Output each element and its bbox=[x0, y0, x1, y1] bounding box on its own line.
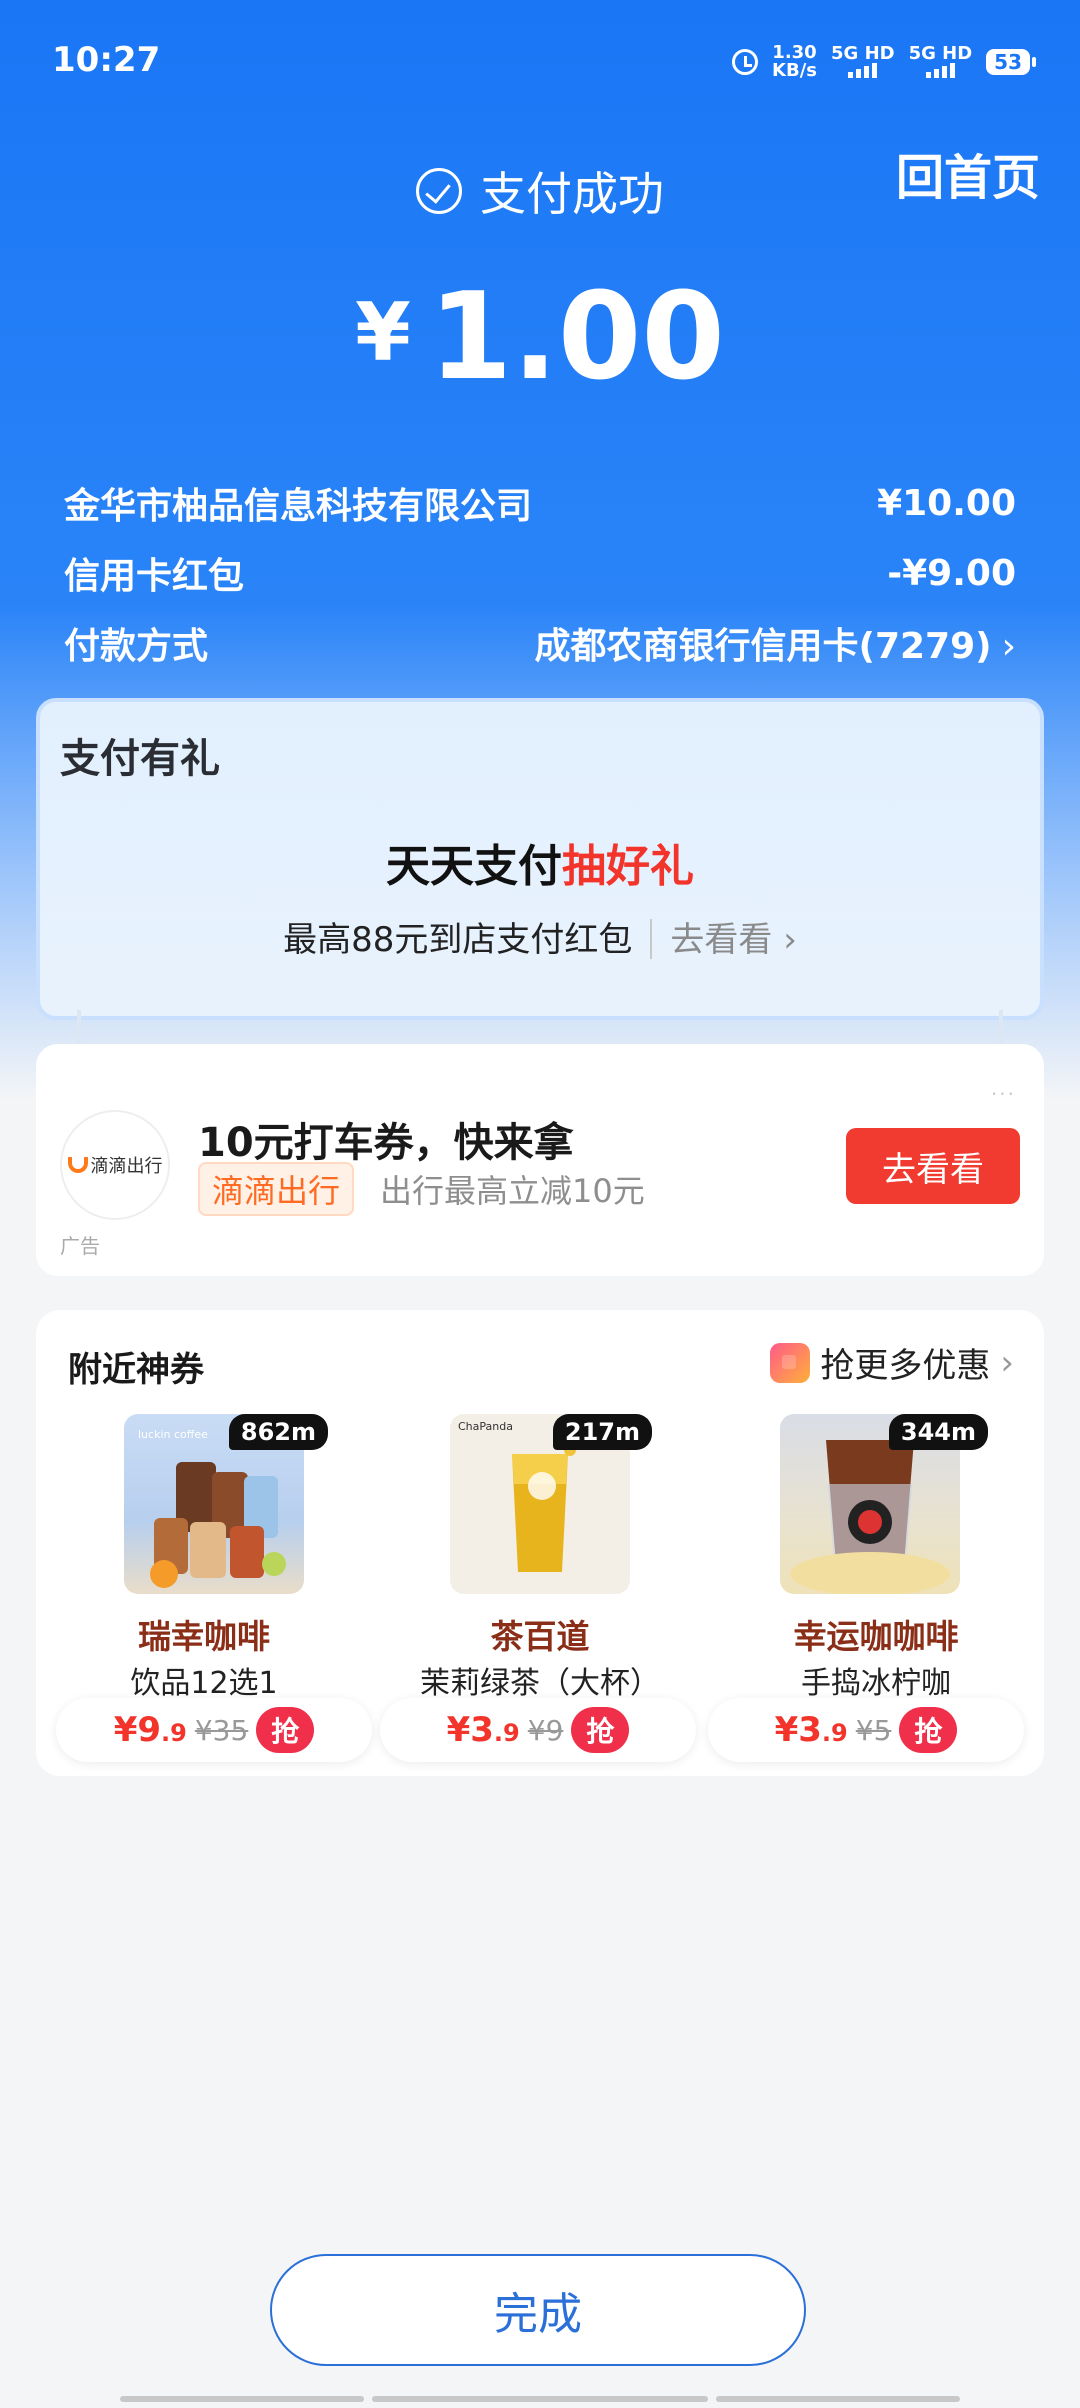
status-bar: 10:27 1.30 KB/s 5G HD 5G HD 53 bbox=[0, 0, 1080, 120]
status-time: 10:27 bbox=[52, 40, 161, 80]
coupons-title: 附近神券 bbox=[68, 1350, 204, 1390]
brand-name: 瑞幸咖啡 bbox=[138, 1617, 270, 1656]
sale-price: ¥3.9 bbox=[774, 1710, 848, 1750]
nav-gesture-bar-left[interactable] bbox=[120, 2396, 364, 2402]
chevron-right-icon: › bbox=[783, 920, 797, 960]
more-coupons-link[interactable]: 抢更多优惠 › bbox=[770, 1338, 1014, 1387]
coupon-list: luckin coffee 862m 瑞幸咖啡 饮品12选1 ¥9.9 ¥35 … bbox=[36, 1414, 1044, 1774]
original-price: ¥35 bbox=[194, 1713, 249, 1747]
gift-subline: 最高88元到店支付红包 去看看 › bbox=[283, 919, 797, 960]
distance-badge: 862m bbox=[228, 1414, 328, 1450]
svg-text:ChaPanda: ChaPanda bbox=[458, 1420, 513, 1433]
system-icons: 1.30 KB/s 5G HD 5G HD 53 bbox=[732, 42, 1036, 81]
brand-name: 幸运咖咖啡 bbox=[793, 1617, 959, 1656]
grab-button[interactable]: 抢 bbox=[571, 1707, 630, 1753]
nav-gesture-bar-center[interactable] bbox=[372, 2396, 708, 2402]
price-bar: ¥9.9 ¥35 抢 bbox=[56, 1698, 372, 1762]
distance-badge: 344m bbox=[888, 1414, 988, 1450]
grab-button[interactable]: 抢 bbox=[899, 1707, 958, 1753]
network-type-1: 5G HD bbox=[831, 45, 895, 78]
didi-logo: 滴滴出行 bbox=[60, 1110, 170, 1220]
grab-button[interactable]: 抢 bbox=[256, 1707, 315, 1753]
gift-headline: 天天支付抽好礼 bbox=[386, 841, 694, 892]
signal-icon bbox=[925, 62, 955, 78]
payment-gift-card[interactable]: 支付有礼 天天支付抽好礼 最高88元到店支付红包 去看看 › bbox=[36, 698, 1044, 1020]
check-circle-icon bbox=[416, 168, 462, 214]
battery-icon: 53 bbox=[986, 49, 1036, 75]
done-button[interactable]: 完成 bbox=[270, 2254, 806, 2366]
chevron-right-icon: › bbox=[1001, 626, 1016, 667]
chevron-right-icon: › bbox=[1000, 1342, 1014, 1383]
product-name: 饮品12选1 bbox=[130, 1666, 278, 1701]
ad-title: 10元打车券，快来拿 bbox=[198, 1120, 574, 1166]
ad-card[interactable]: ··· 滴滴出行 10元打车券，快来拿 滴滴出行 出行最高立减10元 去看看 广… bbox=[36, 1044, 1044, 1276]
original-price: ¥5 bbox=[855, 1713, 892, 1747]
more-options-icon[interactable]: ··· bbox=[991, 1082, 1016, 1106]
payment-amount: ¥1.00 bbox=[355, 268, 725, 407]
nav-gesture-bar-right[interactable] bbox=[716, 2396, 960, 2402]
divider bbox=[650, 919, 653, 959]
ad-label: 广告 bbox=[60, 1234, 100, 1258]
svg-text:luckin coffee: luckin coffee bbox=[138, 1428, 208, 1441]
price-bar: ¥3.9 ¥5 抢 bbox=[708, 1698, 1024, 1762]
ad-brand-tag: 滴滴出行 bbox=[198, 1162, 355, 1216]
gift-icon bbox=[770, 1342, 811, 1383]
gift-card-title: 支付有礼 bbox=[60, 736, 220, 782]
sale-price: ¥3.9 bbox=[446, 1710, 520, 1750]
ad-description: 出行最高立减10元 bbox=[380, 1172, 645, 1210]
detail-row-discount: 信用卡红包 -¥9.00 bbox=[64, 552, 1016, 598]
network-type-2: 5G HD bbox=[909, 45, 972, 78]
nearby-coupons-card: 附近神券 抢更多优惠 › luckin coffee 862m 瑞幸咖啡 饮品1… bbox=[36, 1310, 1044, 1776]
signal-icon bbox=[848, 62, 878, 78]
original-price: ¥9 bbox=[527, 1713, 564, 1747]
price-bar: ¥3.9 ¥9 抢 bbox=[380, 1698, 696, 1762]
ad-view-button[interactable]: 去看看 bbox=[846, 1128, 1020, 1204]
network-speed: 1.30 KB/s bbox=[772, 42, 817, 81]
coupon-item-chapanda[interactable]: ChaPanda 217m 茶百道 茉莉绿茶（大杯） ¥3.9 ¥9 抢 bbox=[372, 1414, 708, 1774]
distance-badge: 217m bbox=[552, 1414, 652, 1450]
detail-row-payment-method[interactable]: 付款方式 成都农商银行信用卡(7279) › bbox=[64, 608, 1016, 678]
didi-icon bbox=[67, 1157, 88, 1173]
product-name: 手捣冰柠咖 bbox=[801, 1666, 951, 1701]
coupon-item-luckin[interactable]: luckin coffee 862m 瑞幸咖啡 饮品12选1 ¥9.9 ¥35 … bbox=[36, 1414, 372, 1774]
coupon-item-lucky-cup[interactable]: 344m 幸运咖咖啡 手捣冰柠咖 ¥3.9 ¥5 抢 bbox=[708, 1414, 1044, 1774]
payment-success-title: 支付成功 bbox=[0, 158, 1080, 224]
brand-name: 茶百道 bbox=[490, 1617, 590, 1656]
sale-price: ¥9.9 bbox=[113, 1710, 187, 1750]
alarm-icon bbox=[732, 49, 759, 75]
payment-details: 金华市柚品信息科技有限公司 ¥10.00 信用卡红包 -¥9.00 付款方式 成… bbox=[64, 468, 1016, 678]
product-name: 茉莉绿茶（大杯） bbox=[420, 1666, 660, 1701]
gift-view-link[interactable]: 去看看 › bbox=[670, 920, 796, 960]
detail-row-merchant: 金华市柚品信息科技有限公司 ¥10.00 bbox=[64, 482, 1016, 528]
